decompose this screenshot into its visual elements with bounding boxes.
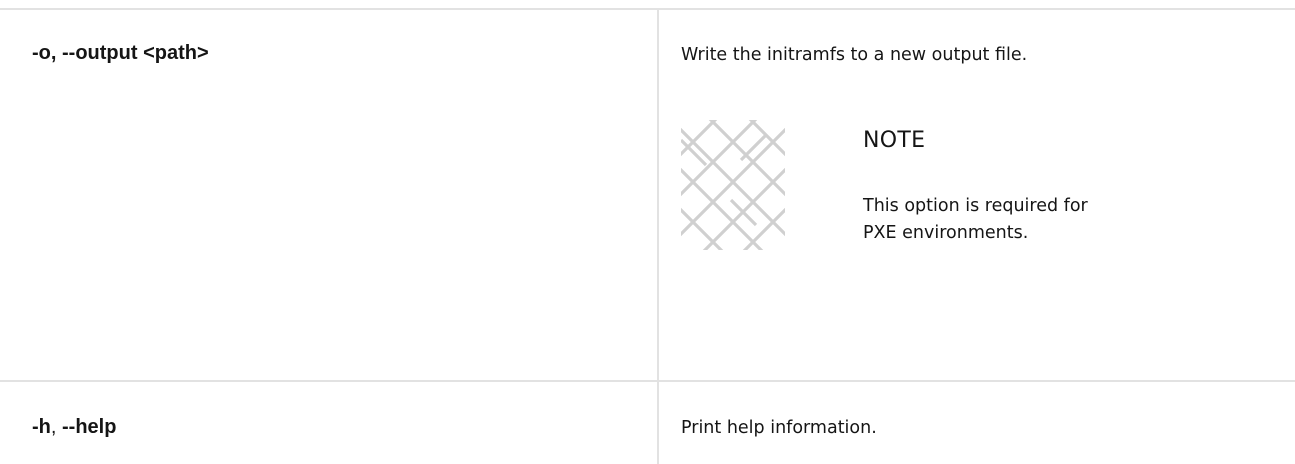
option-help-description: Print help information. [681,418,877,438]
option-help-separator: , [50,416,57,438]
option-output-description: Write the initramfs to a new output file… [681,45,1028,65]
note-heading: NOTE [863,128,926,153]
option-help: -h, --help [32,416,116,439]
table-top-border [0,8,1295,10]
row-divider [0,380,1295,382]
option-help-short: -h [32,416,51,438]
note-text: This option is required for PXE environm… [863,196,1088,243]
options-table: -o, --output <path> Write the initramfs … [0,0,1295,464]
column-divider [657,8,659,464]
note-pattern-icon [681,120,785,250]
option-output-short: -o, [32,42,57,64]
option-output: -o, --output <path> [32,42,209,65]
option-output-long: --output <path> [62,42,209,64]
option-help-long: --help [62,416,117,438]
